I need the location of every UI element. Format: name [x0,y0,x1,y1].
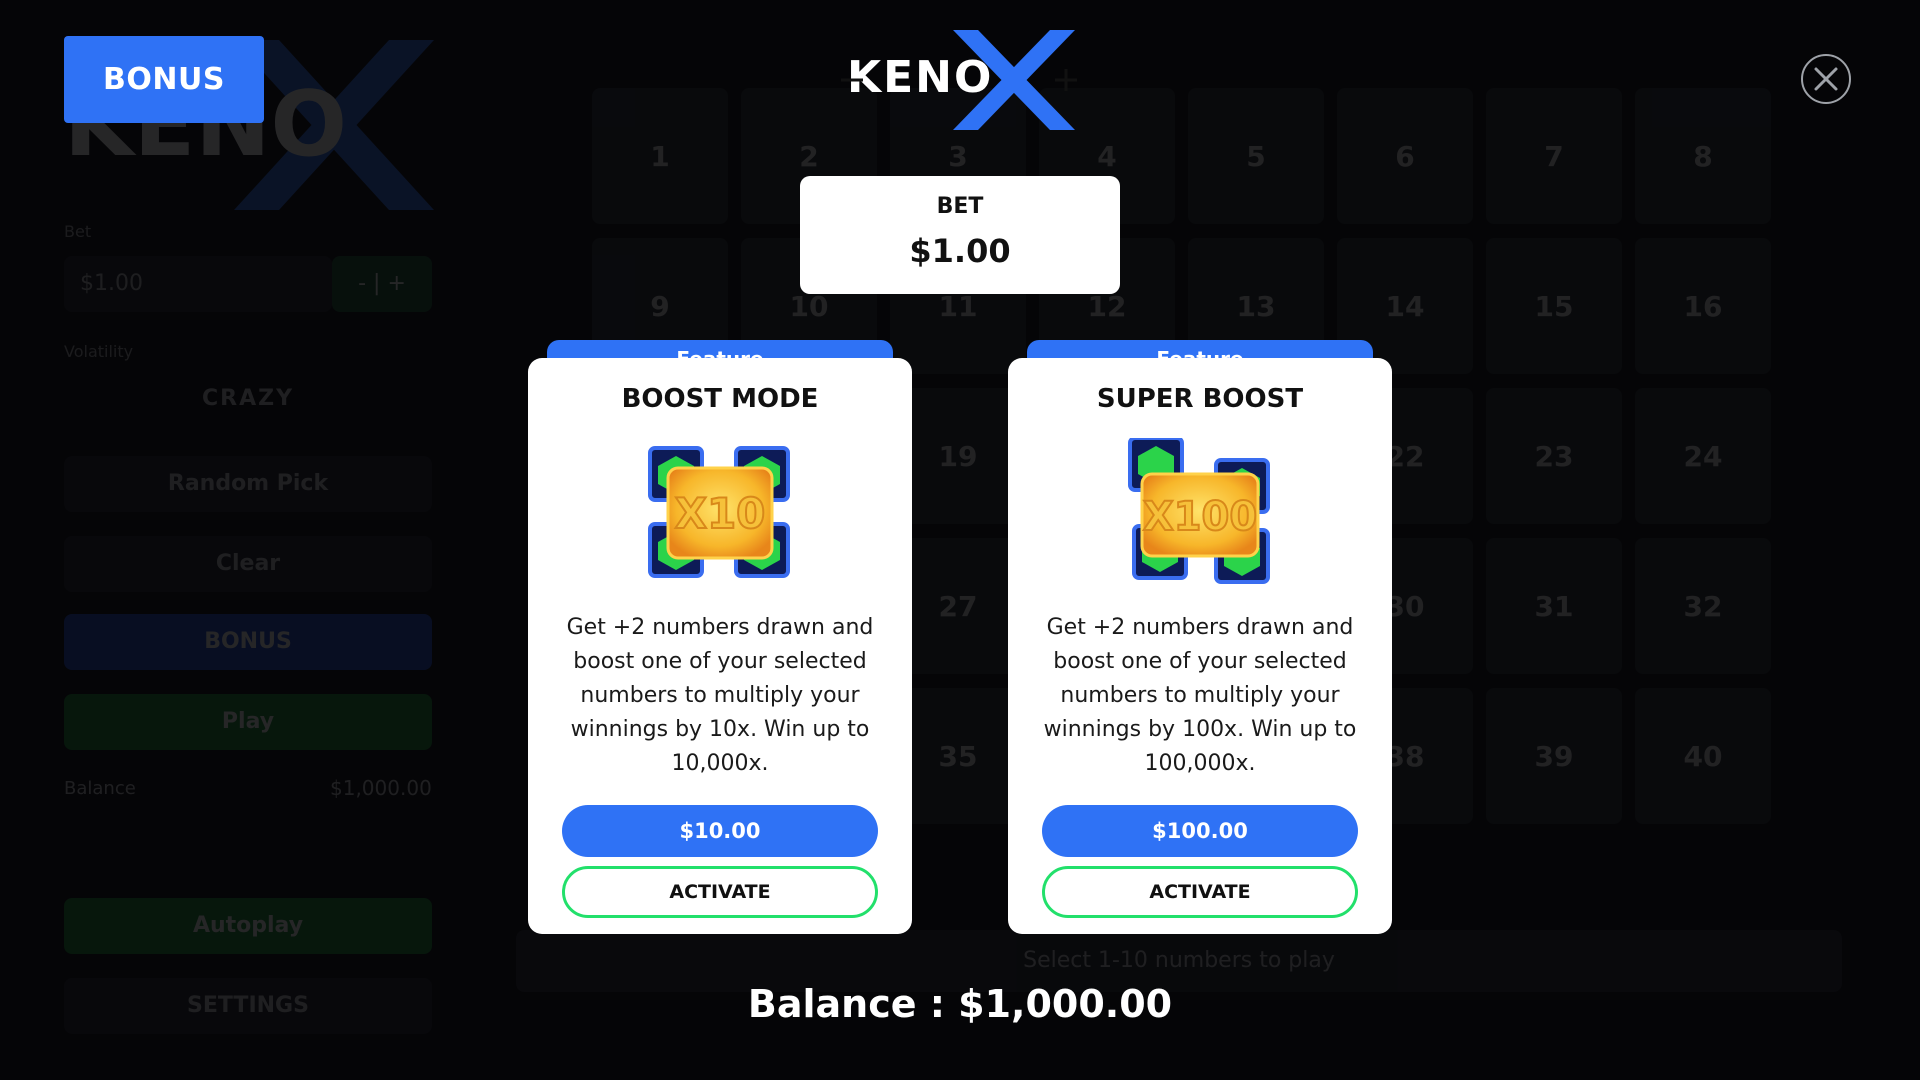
keno-logo: KENO [847,30,1075,130]
background-balance-value: $1,000.00 [330,776,432,800]
background-volatility-value: CRAZY [202,386,294,411]
background-number-cell: 8 [1635,88,1771,224]
super-boost-description: Get +2 numbers drawn and boost one of yo… [1043,615,1357,776]
background-number-cell: 32 [1635,538,1771,674]
super-boost-card: SUPER BOOST X100 Get +2 numbers drawn an… [1008,358,1392,934]
close-button[interactable] [1801,54,1851,104]
plus-icon [1055,69,1077,91]
background-volatility-label: Volatility [64,342,134,361]
background-random-pick-button: Random Pick [64,456,432,512]
boost-mode-price-button[interactable]: $10.00 [562,805,878,857]
background-number-cell: 7 [1486,88,1622,224]
background-game: KENO Bet $1.00 - | + Volatility CRAZY Ra… [0,0,1920,1080]
background-number-cell: 15 [1486,238,1622,374]
bet-value: $1.00 [909,232,1011,270]
background-number-cell: 23 [1486,388,1622,524]
background-number-cell: 31 [1486,538,1622,674]
background-number-cell: 39 [1486,688,1622,824]
boost-mode-card: BOOST MODE X10 Get +2 numbers drawn and … [528,358,912,934]
background-clear-button: Clear [64,536,432,592]
background-play-button: Play [64,694,432,750]
background-number-cell: 6 [1337,88,1473,224]
super-boost-title: SUPER BOOST [1096,384,1304,414]
super-boost-activate-button[interactable]: ACTIVATE [1042,866,1358,918]
minus-icon [841,78,863,82]
super-boost-multiplier-icon: X100 [1128,438,1270,584]
background-bet-label: Bet [64,222,92,241]
boost-mode-multiplier-text: X10 [675,489,766,538]
background-bet-stepper: - | + [332,256,432,312]
background-number-cell: 16 [1635,238,1771,374]
background-bet-input: $1.00 [64,256,332,312]
boost-mode-multiplier-icon: X10 [648,446,790,578]
super-boost-multiplier-text: X100 [1143,494,1257,540]
boost-mode-activate-button[interactable]: ACTIVATE [562,866,878,918]
background-number-cell: 5 [1188,88,1324,224]
bet-panel: BET $1.00 [800,176,1120,294]
bet-decrease-button[interactable] [830,58,874,102]
balance-display: Balance : $1,000.00 [747,982,1173,1026]
background-balance-label: Balance [64,778,136,799]
bet-increase-button[interactable] [1044,58,1088,102]
background-number-cell: 1 [592,88,728,224]
background-autoplay-button: Autoplay [64,898,432,954]
boost-mode-title: BOOST MODE [621,384,819,414]
close-icon [1814,67,1838,91]
bet-label: BET [936,194,984,219]
bonus-button[interactable]: BONUS [64,36,264,123]
background-number-cell: 24 [1635,388,1771,524]
background-bonus-button: BONUS [64,614,432,670]
background-number-cell: 40 [1635,688,1771,824]
super-boost-price-button[interactable]: $100.00 [1042,805,1358,857]
boost-mode-description: Get +2 numbers drawn and boost one of yo… [566,615,874,776]
